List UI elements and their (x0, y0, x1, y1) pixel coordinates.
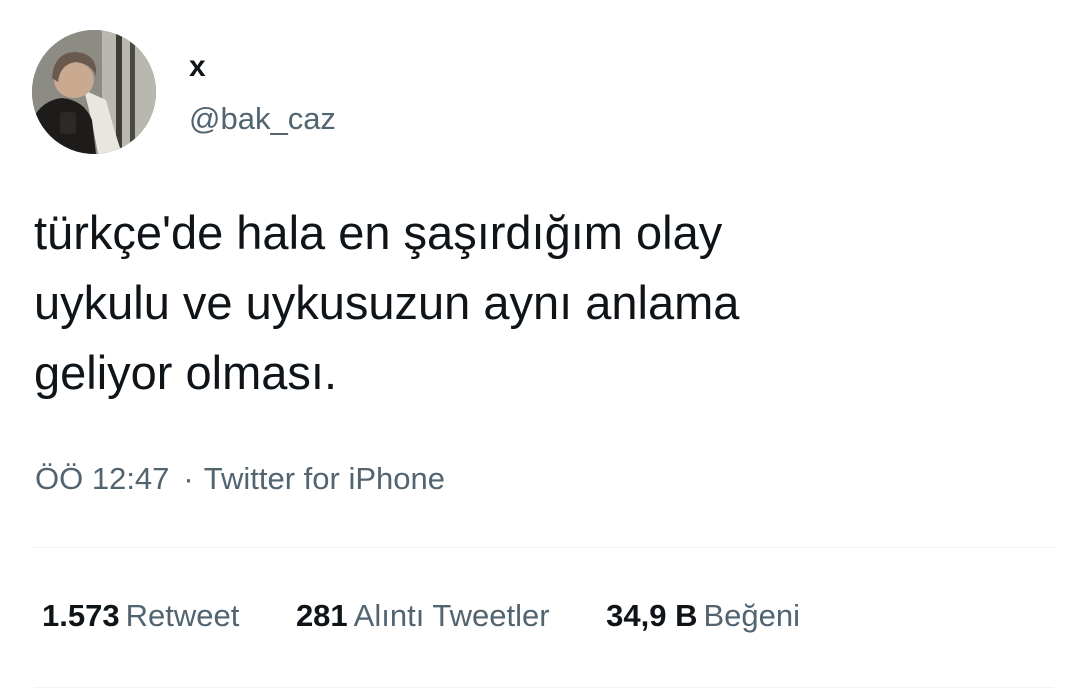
likes-stat[interactable]: 34,9 B Beğeni (606, 596, 800, 636)
meta-separator: · (183, 461, 194, 496)
likes-label: Beğeni (703, 598, 801, 633)
divider (34, 687, 1054, 688)
quote-tweets-stat[interactable]: 281 Alıntı Tweetler (296, 596, 550, 636)
tweet-card: x @bak_caz türkçe'de hala en şaşırdığım … (0, 0, 1080, 698)
tweet-text: türkçe'de hala en şaşırdığım olay uykulu… (34, 206, 740, 399)
avatar[interactable] (32, 30, 156, 154)
divider (34, 547, 1054, 548)
profile-photo-icon (32, 30, 156, 154)
engagement-stats: 1.573 Retweet 281 Alıntı Tweetler 34,9 B Be… (42, 596, 848, 636)
user-handle[interactable]: @bak_caz (189, 100, 336, 138)
quote-tweets-label: Alıntı Tweetler (353, 598, 550, 633)
quote-tweets-count: 281 (295, 598, 348, 633)
tweet-time[interactable]: ÖÖ 12:47 (35, 461, 169, 496)
retweet-count: 1.573 (42, 598, 120, 633)
retweet-stat[interactable]: 1.573 Retweet (42, 596, 239, 636)
retweet-label: Retweet (125, 598, 240, 633)
tweet-meta: ÖÖ 12:47 · Twitter for iPhone (35, 459, 445, 499)
likes-count: 34,9 B (606, 598, 698, 633)
display-name[interactable]: x (189, 49, 206, 85)
tweet-source[interactable]: Twitter for iPhone (204, 461, 445, 496)
